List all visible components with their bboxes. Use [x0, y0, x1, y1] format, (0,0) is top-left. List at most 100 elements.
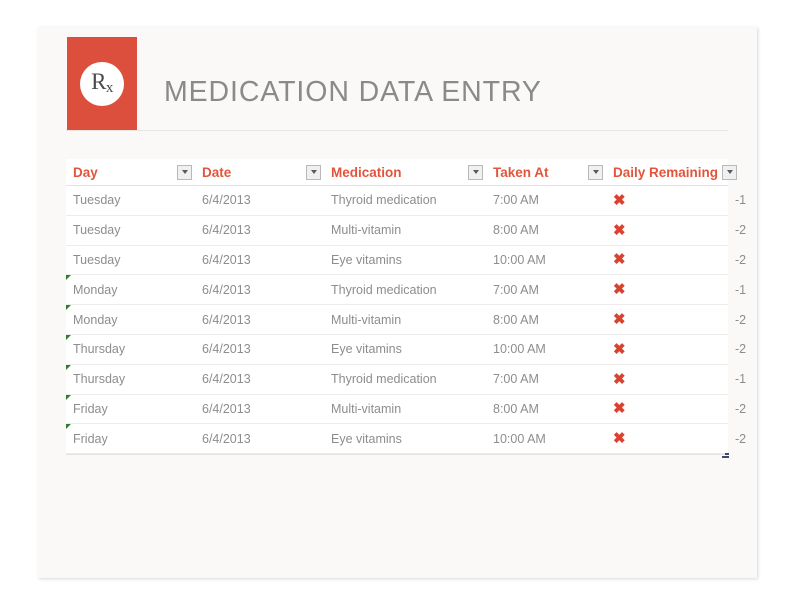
table-row[interactable]: Friday 6/4/2013 Multi-vitamin 8:00 AM ✖ -2 — [66, 394, 746, 425]
column-header-daily-remaining-label: Daily Remaining — [613, 164, 719, 180]
cell-daily-remaining-text: -2 — [735, 312, 747, 327]
cell-medication[interactable]: Eye vitamins — [324, 423, 486, 455]
cell-medication[interactable]: Multi-vitamin — [324, 215, 486, 246]
cell-taken-at[interactable]: 8:00 AM — [486, 304, 606, 335]
cell-taken-checkbox[interactable]: ✖ — [606, 334, 728, 365]
cell-date[interactable]: 6/4/2013 — [195, 423, 324, 455]
cell-day[interactable]: Thursday — [66, 364, 195, 395]
cell-day[interactable]: Tuesday — [66, 215, 195, 246]
cell-taken-checkbox[interactable]: ✖ — [606, 215, 728, 246]
cell-taken-at-text: 7:00 AM — [493, 193, 539, 208]
cell-taken-checkbox[interactable]: ✖ — [606, 245, 728, 276]
cell-day[interactable]: Tuesday — [66, 245, 195, 276]
cell-day[interactable]: Monday — [66, 304, 195, 335]
cell-medication[interactable]: Thyroid medication — [324, 185, 486, 216]
x-mark-icon: ✖ — [613, 251, 626, 269]
cell-daily-remaining-text: -2 — [735, 401, 747, 416]
chevron-down-icon — [181, 170, 188, 174]
cell-date-text: 6/4/2013 — [202, 342, 251, 357]
cell-medication[interactable]: Multi-vitamin — [324, 304, 486, 335]
chevron-down-icon — [726, 170, 733, 174]
table-row[interactable]: Monday 6/4/2013 Multi-vitamin 8:00 AM ✖ -2 — [66, 304, 746, 335]
cell-taken-at[interactable]: 10:00 AM — [486, 423, 606, 455]
cell-taken-checkbox[interactable]: ✖ — [606, 304, 728, 335]
cell-taken-checkbox[interactable]: ✖ — [606, 274, 728, 306]
cell-medication[interactable]: Thyroid medication — [324, 274, 486, 306]
cell-date[interactable]: 6/4/2013 — [195, 364, 324, 395]
cell-taken-at-text: 8:00 AM — [493, 401, 539, 416]
x-mark-icon: ✖ — [613, 191, 626, 209]
cell-day[interactable]: Thursday — [66, 334, 195, 365]
cell-date-text: 6/4/2013 — [202, 282, 251, 297]
cell-taken-checkbox[interactable]: ✖ — [606, 394, 728, 425]
cell-taken-at[interactable]: 7:00 AM — [486, 274, 606, 306]
table-resize-handle[interactable] — [722, 451, 729, 459]
cell-day-text: Thursday — [73, 372, 126, 387]
table-row[interactable]: Thursday 6/4/2013 Thyroid medication 7:00 A… — [66, 364, 746, 395]
cell-daily-remaining-text: -1 — [735, 372, 747, 387]
cell-daily-remaining-text: -2 — [735, 223, 747, 238]
cell-taken-checkbox[interactable]: ✖ — [606, 185, 728, 216]
page-root: Rx MEDICATION DATA ENTRY Day Date Medica… — [0, 0, 800, 609]
cell-taken-checkbox[interactable]: ✖ — [606, 364, 728, 395]
x-mark-icon: ✖ — [613, 311, 626, 329]
cell-day[interactable]: Friday — [66, 394, 195, 425]
cell-medication[interactable]: Eye vitamins — [324, 334, 486, 365]
filter-dropdown-medication[interactable] — [468, 164, 483, 180]
cell-medication-text: Multi-vitamin — [331, 223, 402, 238]
filter-dropdown-daily-remaining[interactable] — [722, 164, 738, 180]
cell-day[interactable]: Tuesday — [66, 185, 195, 216]
table-row[interactable]: Tuesday 6/4/2013 Multi-vitamin 8:00 AM ✖ -2 — [66, 215, 746, 246]
x-mark-icon: ✖ — [613, 370, 626, 388]
column-header-taken-at-label: Taken At — [493, 164, 549, 180]
table-bottom-edge — [66, 454, 728, 456]
cell-medication-text: Eye vitamins — [331, 342, 402, 357]
cell-date[interactable]: 6/4/2013 — [195, 245, 324, 276]
cell-taken-at-text: 7:00 AM — [493, 372, 539, 387]
cell-date[interactable]: 6/4/2013 — [195, 185, 324, 216]
filter-dropdown-date[interactable] — [306, 164, 321, 180]
cell-taken-at[interactable]: 8:00 AM — [486, 215, 606, 246]
cell-daily-remaining-text: -2 — [735, 342, 747, 357]
document-card: Rx MEDICATION DATA ENTRY Day Date Medica… — [38, 27, 757, 578]
table-body: Tuesday 6/4/2013 Thyroid medication 7:00 AM… — [66, 185, 746, 455]
cell-taken-at[interactable]: 10:00 AM — [486, 245, 606, 276]
cell-day-text: Monday — [73, 312, 118, 327]
cell-day[interactable]: Monday — [66, 274, 195, 306]
cell-medication-text: Eye vitamins — [331, 252, 402, 267]
cell-date[interactable]: 6/4/2013 — [195, 334, 324, 365]
cell-day-text: Tuesday — [73, 193, 121, 208]
table-row[interactable]: Friday 6/4/2013 Eye vitamins 10:00 AM ✖ -2 — [66, 423, 746, 455]
table-row[interactable]: Tuesday 6/4/2013 Eye vitamins 10:00 AM ✖ -2 — [66, 245, 746, 276]
medication-table-container: Day Date Medication Taken At Daily Remai… — [66, 159, 746, 459]
cell-taken-at[interactable]: 7:00 AM — [486, 364, 606, 395]
cell-day[interactable]: Friday — [66, 423, 195, 455]
cell-date[interactable]: 6/4/2013 — [195, 394, 324, 425]
cell-medication[interactable]: Thyroid medication — [324, 364, 486, 395]
cell-date[interactable]: 6/4/2013 — [195, 304, 324, 335]
page-title: MEDICATION DATA ENTRY — [164, 76, 542, 108]
cell-date[interactable]: 6/4/2013 — [195, 274, 324, 306]
x-mark-icon: ✖ — [613, 340, 626, 358]
x-mark-icon: ✖ — [613, 221, 626, 239]
table-row[interactable]: Monday 6/4/2013 Thyroid medication 7:00 AM ✖… — [66, 274, 746, 306]
cell-taken-at[interactable]: 7:00 AM — [486, 185, 606, 216]
cell-taken-at-text: 8:00 AM — [493, 223, 539, 238]
filter-dropdown-taken-at[interactable] — [588, 164, 603, 180]
table-row[interactable]: Thursday 6/4/2013 Eye vitamins 10:00 AM ✖ -2 — [66, 334, 746, 365]
column-header-medication: Medication — [324, 159, 486, 186]
cell-taken-at[interactable]: 10:00 AM — [486, 334, 606, 365]
cell-taken-at[interactable]: 8:00 AM — [486, 394, 606, 425]
chevron-down-icon — [592, 170, 599, 174]
cell-medication[interactable]: Eye vitamins — [324, 245, 486, 276]
cell-medication-text: Multi-vitamin — [331, 312, 402, 327]
cell-medication[interactable]: Multi-vitamin — [324, 394, 486, 425]
cell-date[interactable]: 6/4/2013 — [195, 215, 324, 246]
filter-dropdown-day[interactable] — [177, 164, 192, 180]
cell-day-text: Friday — [73, 431, 108, 446]
cell-taken-checkbox[interactable]: ✖ — [606, 423, 728, 455]
table-row[interactable]: Tuesday 6/4/2013 Thyroid medication 7:00 AM… — [66, 185, 746, 216]
cell-day-text: Thursday — [73, 342, 126, 357]
rx-logo-tile: Rx — [67, 37, 137, 130]
cell-date-text: 6/4/2013 — [202, 372, 251, 387]
